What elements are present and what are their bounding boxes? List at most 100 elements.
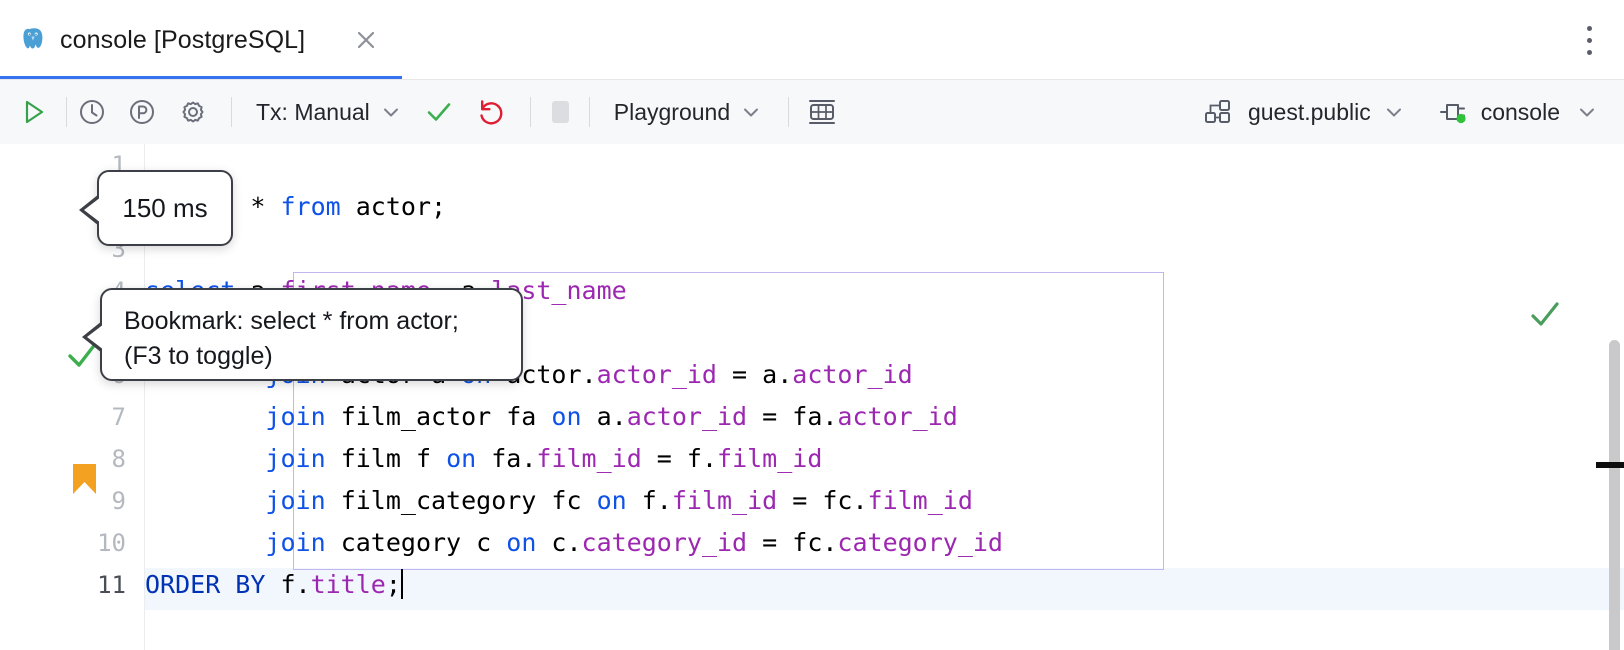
postgresql-elephant-icon (18, 25, 48, 55)
connection-plug-icon (1437, 96, 1473, 128)
code-token: a. (582, 402, 627, 431)
code-token: film_id (672, 486, 777, 515)
line-number: 7 (112, 396, 126, 438)
code-token: film_id (868, 486, 973, 515)
parameters-button[interactable] (117, 80, 167, 144)
schema-hierarchy-icon (1202, 97, 1236, 127)
settings-button[interactable] (167, 80, 219, 144)
code-token: = fa. (747, 402, 837, 431)
settings-gear-icon (177, 96, 209, 128)
chevron-down-icon (1383, 101, 1405, 123)
line-number: 8 (112, 438, 126, 480)
gutter-line[interactable]: 10 (0, 522, 145, 564)
code-token: on (446, 444, 476, 473)
execute-button[interactable] (0, 80, 66, 144)
text-caret (401, 569, 403, 599)
close-icon[interactable] (352, 26, 380, 54)
rollback-button[interactable] (464, 80, 516, 144)
tab-title: console [PostgreSQL] (60, 26, 305, 55)
parameters-circle-p-icon (126, 96, 158, 128)
chevron-down-icon (380, 101, 402, 123)
bookmark-tooltip-line1: Bookmark: select * from actor; (124, 304, 503, 339)
code-token: f. (627, 486, 672, 515)
gutter-line[interactable]: 7 (0, 396, 145, 438)
bookmark-tooltip-line2: (F3 to toggle) (124, 339, 503, 374)
code-token (145, 402, 265, 431)
code-token: join (265, 402, 325, 431)
code-line: join category c on c.category_id = fc.ca… (145, 522, 1003, 564)
table-grid-icon (805, 97, 839, 127)
gutter-line[interactable]: 11 (0, 564, 145, 606)
chevron-down-icon (1576, 101, 1598, 123)
commit-check-icon (423, 96, 455, 128)
query-timing-text: 150 ms (122, 193, 207, 224)
code-token: join (265, 486, 325, 515)
chevron-down-icon (740, 101, 762, 123)
inspection-ok-check-icon[interactable] (1529, 299, 1561, 331)
code-token: actor_id (597, 360, 717, 389)
more-options-icon[interactable] (1576, 22, 1602, 58)
code-line: join film_actor fa on a.actor_id = fa.ac… (145, 396, 958, 438)
code-line: join film_category fc on f.film_id = fc.… (145, 480, 973, 522)
transaction-mode-label: Tx: Manual (256, 99, 370, 126)
code-token: = fc. (777, 486, 867, 515)
datasource-label: console (1481, 99, 1560, 126)
console-toolbar: Tx: Manual Playground (0, 80, 1624, 144)
sql-editor[interactable]: 1234567891011 select * from actor;select… (0, 144, 1624, 650)
code-line: join film f on fa.film_id = f.film_id (145, 438, 822, 480)
code-token: film_id (536, 444, 641, 473)
code-token: actor_id (837, 402, 957, 431)
code-token: category_id (837, 528, 1003, 557)
code-token: f. (265, 570, 310, 599)
code-token: on (551, 402, 581, 431)
code-token: actor_id (627, 402, 747, 431)
toolbar-right-group: guest.public console (1202, 80, 1624, 144)
code-token: = f. (642, 444, 717, 473)
code-token: = a. (717, 360, 792, 389)
code-token: category_id (582, 528, 748, 557)
bookmark-flag-icon[interactable] (70, 462, 102, 496)
query-history-clock-icon (76, 96, 108, 128)
line-number: 10 (97, 522, 126, 564)
code-token: actor; (341, 192, 446, 221)
commit-button[interactable] (414, 80, 464, 144)
code-token: film_id (717, 444, 822, 473)
tab-bar: console [PostgreSQL] (0, 0, 1624, 80)
code-token: film f (326, 444, 446, 473)
bookmark-tooltip: Bookmark: select * from actor; (F3 to to… (100, 288, 523, 381)
code-token: join (265, 444, 325, 473)
stop-square-icon (545, 95, 575, 129)
output-format-button[interactable] (789, 80, 855, 144)
code-token: fa. (476, 444, 536, 473)
datasource-selector[interactable]: console (1419, 80, 1624, 144)
database-console-window: console [PostgreSQL] (0, 0, 1624, 650)
code-token: c. (536, 528, 581, 557)
code-token: on (597, 486, 627, 515)
code-token: film_category fc (326, 486, 597, 515)
line-number: 11 (97, 564, 126, 606)
editor-scrollbar-thumb[interactable] (1609, 340, 1620, 650)
stop-button[interactable] (531, 80, 589, 144)
code-token (145, 444, 265, 473)
schema-selector[interactable]: guest.public (1202, 80, 1419, 144)
code-token: on (506, 528, 536, 557)
code-token: * (235, 192, 280, 221)
transaction-mode-selector[interactable]: Tx: Manual (232, 80, 414, 144)
code-token: ; (386, 570, 401, 599)
run-play-icon (18, 97, 48, 127)
code-line: ORDER BY f.title; (145, 564, 403, 606)
line-number: 9 (112, 480, 126, 522)
tooltip-notch-fill (87, 324, 104, 350)
session-selector[interactable]: Playground (590, 80, 774, 144)
code-token: join (265, 528, 325, 557)
code-token: title (311, 570, 386, 599)
query-history-button[interactable] (67, 80, 117, 144)
tab-console-postgresql[interactable]: console [PostgreSQL] (0, 0, 402, 80)
code-content[interactable]: select * from actor;select a.first_name,… (145, 144, 1624, 650)
code-token: actor_id (792, 360, 912, 389)
rollback-arrow-icon (474, 96, 506, 128)
scrollbar-bookmark-mark[interactable] (1596, 462, 1624, 468)
code-token (145, 486, 265, 515)
session-label: Playground (614, 99, 730, 126)
query-timing-tooltip: 150 ms (97, 170, 233, 246)
